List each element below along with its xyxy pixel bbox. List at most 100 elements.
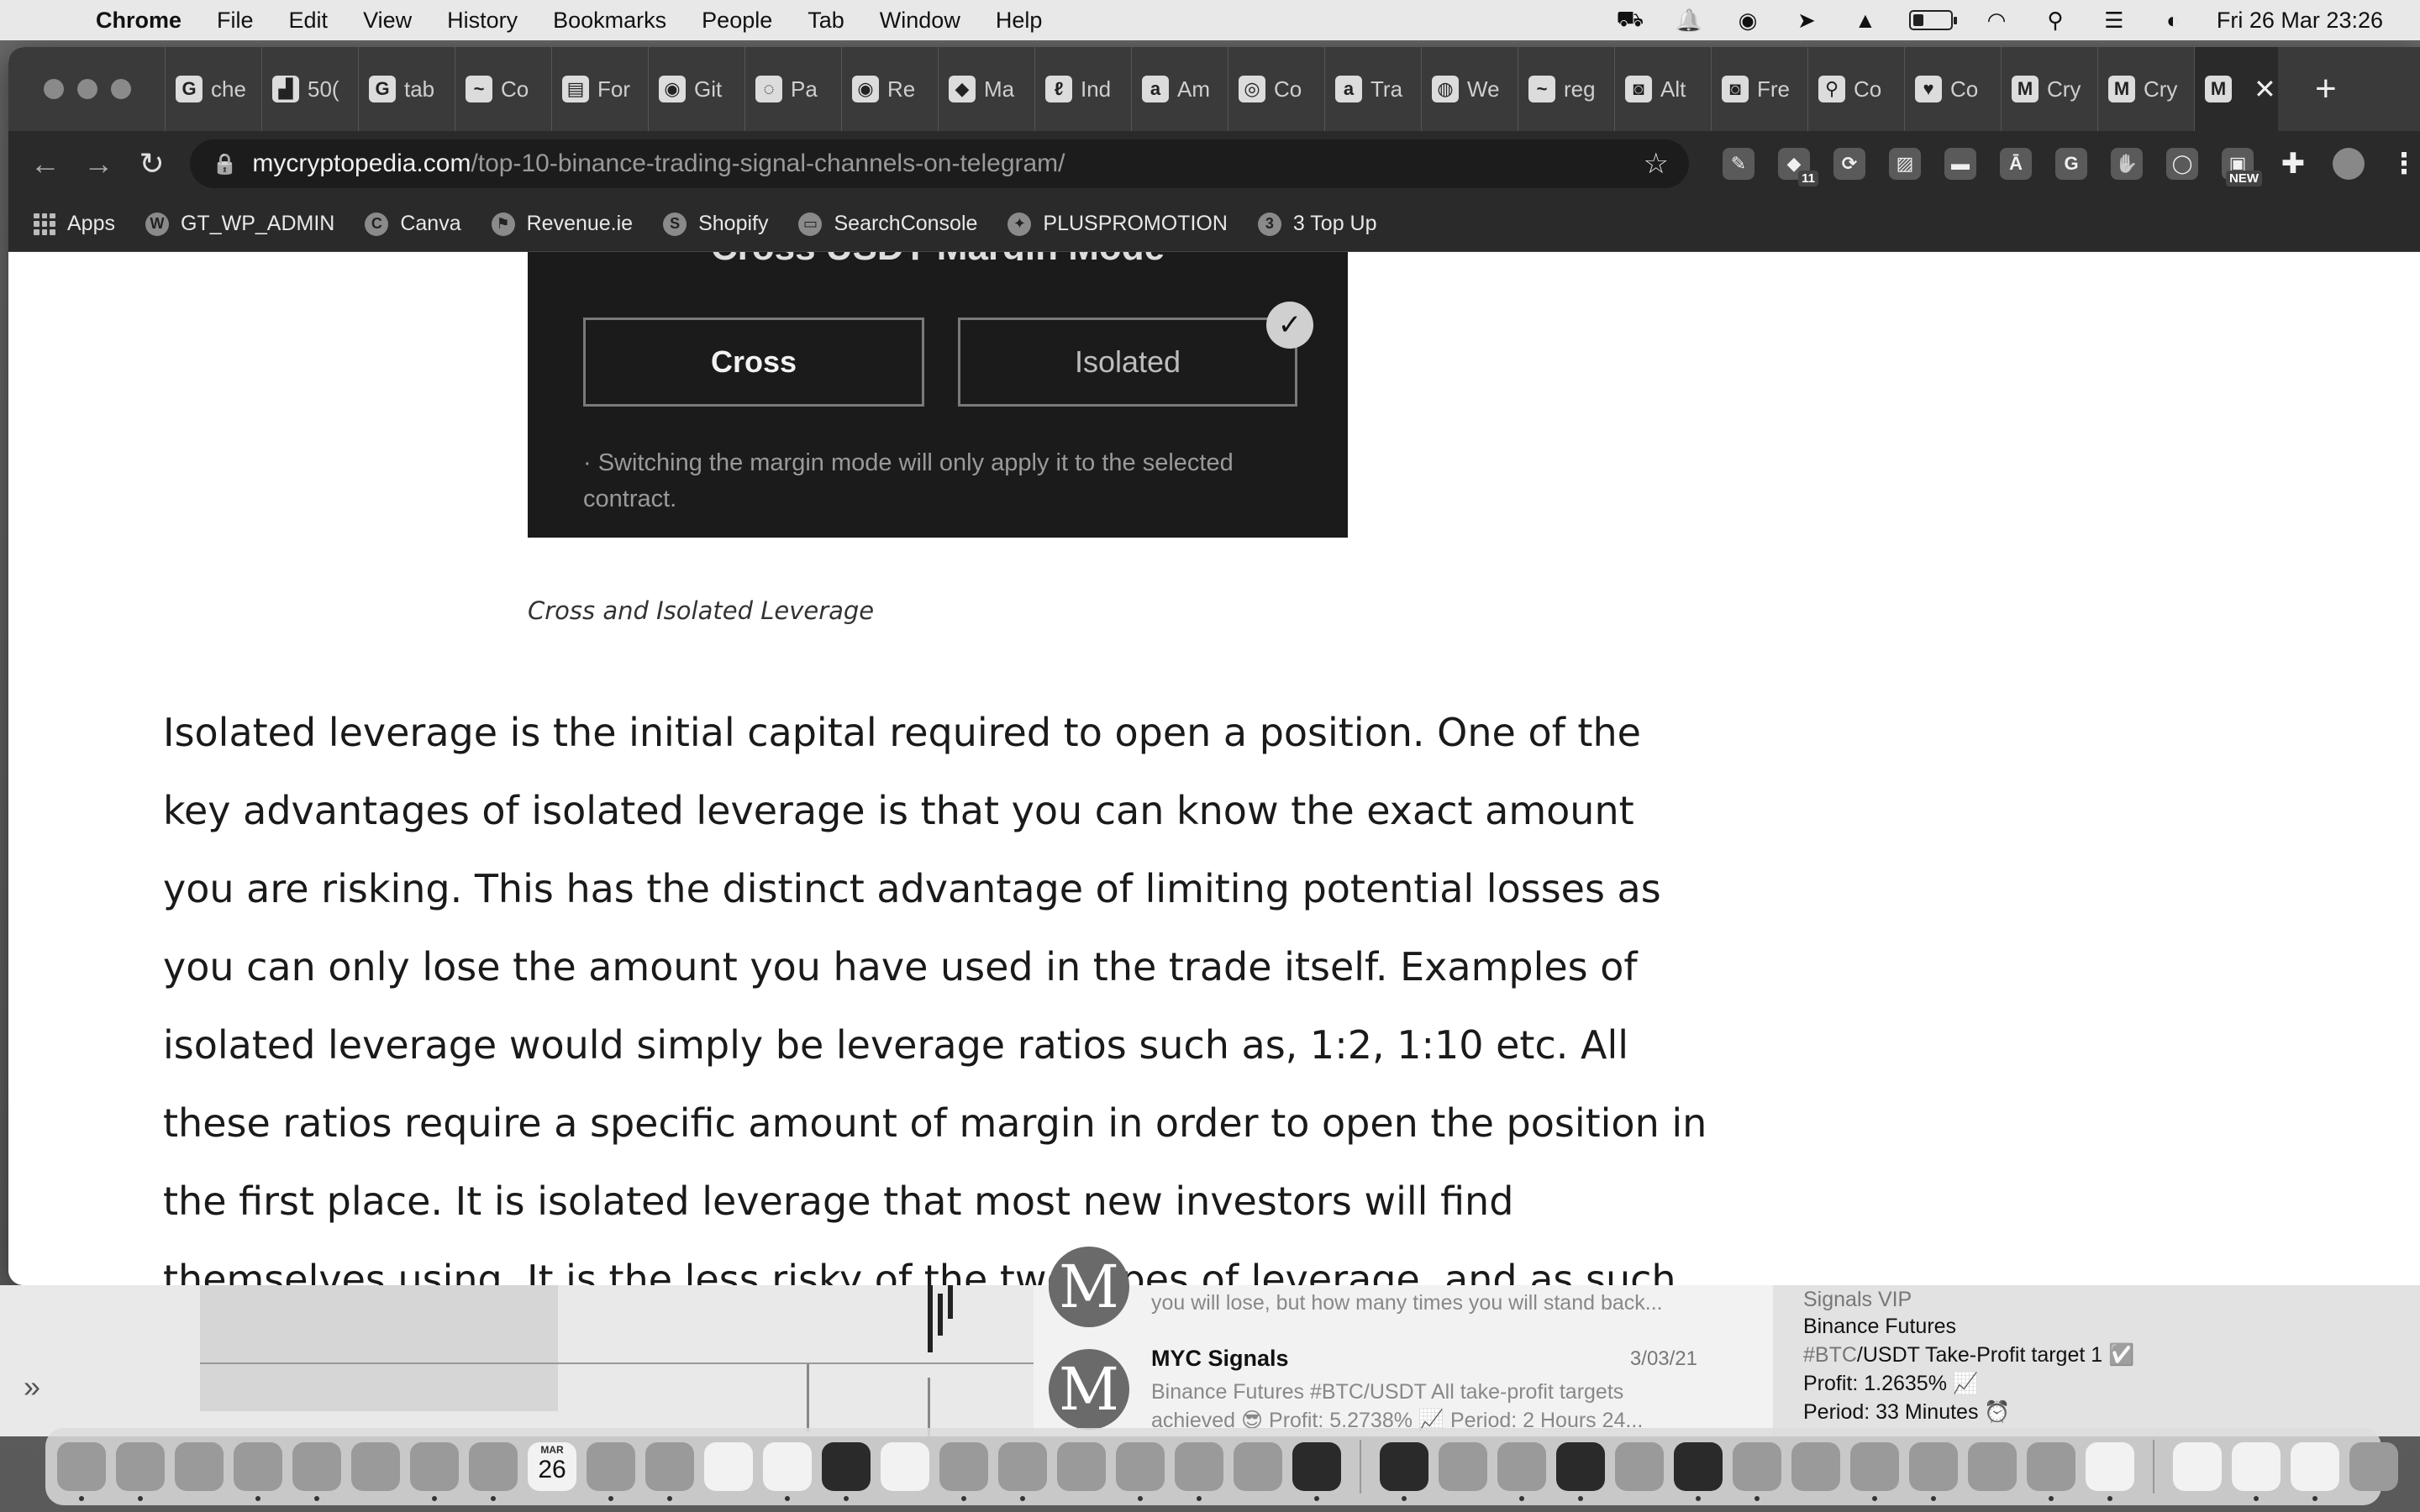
signals-hashtag[interactable]: #BTC xyxy=(1803,1343,1857,1367)
menu-people[interactable]: People xyxy=(684,8,790,34)
battery-icon[interactable] xyxy=(1908,10,1957,30)
menu-edit[interactable]: Edit xyxy=(271,8,346,34)
dock-photos-icon[interactable] xyxy=(410,1442,459,1501)
dock-facetime-icon[interactable] xyxy=(469,1442,518,1501)
dock-calendar-icon[interactable]: MAR 26 xyxy=(528,1442,576,1491)
extension-icon[interactable]: ◯ xyxy=(2166,148,2199,180)
browser-tab[interactable]: ⚲ Co xyxy=(1807,47,1904,131)
dock-activity-icon[interactable] xyxy=(1380,1442,1428,1501)
menu-window[interactable]: Window xyxy=(862,8,978,34)
dock-music-icon[interactable] xyxy=(939,1442,988,1501)
forward-arrow-icon[interactable]: → xyxy=(71,146,124,181)
browser-tab[interactable]: a Am xyxy=(1131,47,1228,131)
bookmark-item[interactable]: C Canva xyxy=(365,212,461,236)
browser-tab[interactable]: Gtab xyxy=(358,47,455,131)
bookmark-item[interactable]: W GT_WP_ADMIN xyxy=(145,212,334,236)
menubar-clock[interactable]: Fri 26 Mar 23:26 xyxy=(2217,8,2383,34)
menu-tab[interactable]: Tab xyxy=(790,8,862,34)
dock-safari-icon[interactable] xyxy=(175,1442,224,1491)
chat-row-previous[interactable]: M you will lose, but how many times you … xyxy=(1034,1247,1773,1327)
browser-tab[interactable]: ◎ Co xyxy=(1228,47,1324,131)
dock-mail-icon[interactable] xyxy=(292,1442,341,1501)
dock-doc-icon[interactable] xyxy=(2291,1442,2339,1501)
dock-obs-icon[interactable] xyxy=(1292,1442,1341,1501)
siri-icon[interactable]: ◐ xyxy=(2158,8,2188,33)
lock-icon[interactable]: 🔒 xyxy=(212,152,237,176)
bookmark-item[interactable]: ▭ SearchConsole xyxy=(798,212,977,236)
dock-trash-icon[interactable] xyxy=(2349,1442,2398,1491)
menu-bookmarks[interactable]: Bookmarks xyxy=(535,8,684,34)
dock-notes-icon[interactable] xyxy=(763,1442,812,1501)
chrome-menu-icon[interactable]: ⋮ xyxy=(2388,148,2420,180)
browser-tab[interactable]: ▤ For xyxy=(551,47,648,131)
browser-tab[interactable]: ◉ Git xyxy=(648,47,744,131)
browser-tab[interactable]: M Cry xyxy=(2097,47,2194,131)
browser-tab[interactable]: ▟ 50( xyxy=(261,47,358,131)
istat-status-icon[interactable]: ◉ xyxy=(1733,8,1763,33)
dock-help-icon[interactable] xyxy=(881,1442,929,1491)
bookmark-item[interactable]: ⚑ Revenue.ie xyxy=(491,212,633,236)
extension-icon[interactable]: ▨ xyxy=(1889,148,1922,180)
menu-history[interactable]: History xyxy=(429,8,535,34)
dock-contacts-icon[interactable] xyxy=(645,1442,694,1501)
expand-sidebar-icon[interactable]: » xyxy=(24,1369,40,1404)
bookmark-item[interactable]: S Shopify xyxy=(663,212,768,236)
dock-screenshot-icon[interactable] xyxy=(1968,1442,2017,1491)
wifi-icon[interactable]: ◠ xyxy=(1981,8,2012,33)
extension-icon[interactable]: ⟳ xyxy=(1833,148,1866,180)
back-arrow-icon[interactable]: ← xyxy=(18,146,71,181)
dock-preview-icon[interactable] xyxy=(2086,1442,2134,1501)
dock-downloads-icon[interactable] xyxy=(587,1442,635,1501)
dock-vlc-icon[interactable] xyxy=(1791,1442,1840,1491)
browser-tab[interactable]: ◌ Pa xyxy=(744,47,841,131)
dock-excel-icon[interactable] xyxy=(2027,1442,2075,1501)
menu-view[interactable]: View xyxy=(345,8,429,34)
dock-terminal-icon[interactable] xyxy=(1556,1442,1605,1501)
extension-icon[interactable]: G xyxy=(2055,148,2088,180)
dock-reminders-icon[interactable] xyxy=(704,1442,753,1491)
browser-tab[interactable]: M ✕ xyxy=(2194,47,2278,131)
minimize-window-button[interactable] xyxy=(77,79,97,99)
dock-word-icon[interactable] xyxy=(1733,1442,1781,1501)
dock-messenger-icon[interactable] xyxy=(1909,1442,1958,1501)
dock-messages-icon[interactable] xyxy=(234,1442,282,1501)
browser-tab[interactable]: ◙ Fre xyxy=(1711,47,1807,131)
dock-spider-icon[interactable] xyxy=(1850,1442,1899,1501)
dock-launchpad-icon[interactable] xyxy=(116,1442,165,1501)
browser-tab[interactable]: ~ reg xyxy=(1518,47,1614,131)
extensions-puzzle-icon[interactable]: ✚ xyxy=(2277,148,2309,180)
browser-tab[interactable]: ~ Co xyxy=(455,47,551,131)
browser-tab[interactable]: ◆ Ma xyxy=(938,47,1034,131)
forklift-status-icon[interactable]: ⛟ xyxy=(1615,6,1645,33)
dock-podcasts-icon[interactable] xyxy=(998,1442,1047,1501)
notification-status-icon[interactable]: 🔔 xyxy=(1674,8,1704,33)
extension-icon[interactable]: ✎ xyxy=(1723,148,1755,180)
dock-forklift-icon[interactable] xyxy=(1497,1442,1546,1501)
dock-files-icon[interactable] xyxy=(2173,1442,2222,1491)
browser-tab[interactable]: a Tra xyxy=(1324,47,1421,131)
spotlight-search-icon[interactable]: ⚲ xyxy=(2040,8,2070,33)
dock-whatsapp-icon[interactable] xyxy=(1439,1442,1487,1491)
close-window-button[interactable] xyxy=(44,79,64,99)
browser-tab[interactable]: ℓ Ind xyxy=(1034,47,1131,131)
dock-sysprefs-icon[interactable] xyxy=(1116,1442,1165,1501)
browser-tab[interactable]: ◉ Re xyxy=(841,47,938,131)
menu-app-chrome[interactable]: Chrome xyxy=(76,8,199,34)
reload-icon[interactable]: ↻ xyxy=(125,146,178,181)
dock-telegram-icon[interactable] xyxy=(1615,1442,1664,1491)
dock-zoom-icon[interactable] xyxy=(1234,1442,1282,1491)
browser-tab[interactable]: ◍ We xyxy=(1421,47,1518,131)
profile-avatar[interactable] xyxy=(2333,148,2365,180)
telegram-status-icon[interactable]: ➤ xyxy=(1791,8,1822,33)
bookmark-item[interactable]: 3 3 Top Up xyxy=(1257,212,1377,236)
menu-file[interactable]: File xyxy=(199,8,271,34)
bookmark-star-icon[interactable]: ☆ xyxy=(1644,147,1669,181)
extension-icon[interactable]: ▬ xyxy=(1944,148,1977,180)
close-tab-icon[interactable]: ✕ xyxy=(2254,73,2276,105)
new-tab-button[interactable]: + xyxy=(2315,68,2337,110)
browser-tab[interactable]: ♥ Co xyxy=(1904,47,2001,131)
dock-finder-icon[interactable] xyxy=(57,1442,106,1501)
chat-row-myc-signals[interactable]: M MYC Signals 3/03/21 Binance Futures #B… xyxy=(1034,1341,1773,1436)
dock-sublime-icon[interactable] xyxy=(1674,1442,1723,1501)
dock-tv-icon[interactable] xyxy=(822,1442,871,1501)
